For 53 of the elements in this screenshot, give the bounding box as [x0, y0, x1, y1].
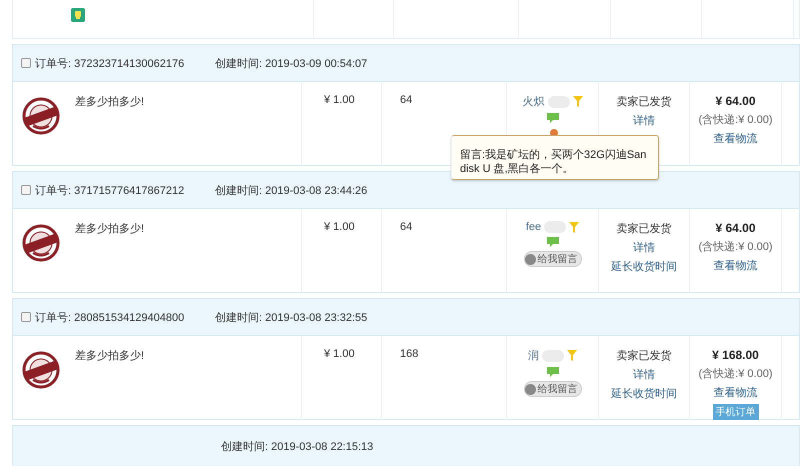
order-status: 卖家已发货: [616, 222, 672, 236]
product-title[interactable]: 差多少拍多少!: [75, 348, 144, 420]
buyer-name[interactable]: 火炽: [522, 94, 544, 109]
order-status: 卖家已发货: [616, 348, 672, 363]
product-title[interactable]: 差多少拍多少!: [75, 221, 144, 292]
funnel-icon[interactable]: [569, 222, 580, 232]
leave-message-button[interactable]: 给我留言: [524, 381, 582, 397]
order-number: 订单号: 371715776417867212: [35, 184, 186, 198]
quantity: 64: [400, 94, 412, 106]
order-total: ¥ 64.00: [715, 221, 756, 235]
shipping-fee: (含快递:¥ 0.00): [698, 366, 772, 381]
order-link[interactable]: 详情: [633, 240, 655, 255]
chat-icon[interactable]: [546, 237, 558, 247]
funnel-icon[interactable]: [572, 96, 582, 107]
stamp-logo-icon: [21, 96, 61, 136]
message-tooltip: 留言:我是矿坛的，买两个32G闪迪Sandisk U 盘,黑白各一个。: [451, 135, 659, 180]
created-time: 创建时间: 2019-03-08 22:15:13: [221, 440, 374, 454]
buyer-name[interactable]: fee: [526, 221, 542, 233]
order-link[interactable]: 详情: [633, 113, 655, 128]
checkbox[interactable]: [21, 58, 31, 68]
mobile-order-badge: 手机订单: [712, 404, 758, 420]
logistics-link[interactable]: 查看物流: [714, 258, 758, 273]
shipping-fee: (含快递:¥ 0.00): [698, 240, 772, 254]
unit-price: ¥ 1.00: [324, 221, 355, 233]
quantity: 64: [400, 221, 412, 233]
order-number: 订单号: 280851534129404800: [35, 310, 186, 324]
shipping-fee: (含快递:¥ 0.00): [698, 112, 772, 127]
created-time: 创建时间: 2019-03-08 23:44:26: [215, 184, 368, 198]
created-time: 创建时间: 2019-03-08 23:32:55: [215, 310, 368, 324]
unit-price: ¥ 1.00: [324, 94, 355, 106]
stamp-logo-icon: [21, 350, 61, 390]
leave-message-button[interactable]: 给我留言: [524, 251, 582, 267]
checkbox[interactable]: [21, 312, 31, 322]
created-time: 创建时间: 2019-03-09 00:54:07: [215, 56, 368, 70]
order-link[interactable]: 详情: [633, 367, 655, 382]
order-number: 订单号: 372323714130062176: [35, 56, 186, 70]
checkbox[interactable]: [21, 185, 31, 195]
unit-price: ¥ 1.00: [324, 348, 355, 360]
order-link[interactable]: 延长收货时间: [611, 386, 677, 401]
order-total: ¥ 168.00: [712, 348, 759, 362]
logistics-link[interactable]: 查看物流: [714, 385, 758, 400]
order-link[interactable]: 延长收货时间: [611, 259, 677, 274]
app-icon[interactable]: [71, 8, 85, 22]
stamp-logo-icon: [21, 223, 61, 263]
funnel-icon[interactable]: [567, 350, 577, 361]
quantity: 168: [400, 348, 418, 360]
order-status: 卖家已发货: [616, 94, 672, 109]
order-total: ¥ 64.00: [715, 94, 756, 108]
chat-icon[interactable]: [546, 113, 558, 123]
logistics-link[interactable]: 查看物流: [714, 131, 758, 146]
product-title[interactable]: 差多少拍多少!: [75, 94, 144, 165]
chat-icon[interactable]: [546, 367, 558, 377]
buyer-name[interactable]: 润: [528, 348, 539, 363]
